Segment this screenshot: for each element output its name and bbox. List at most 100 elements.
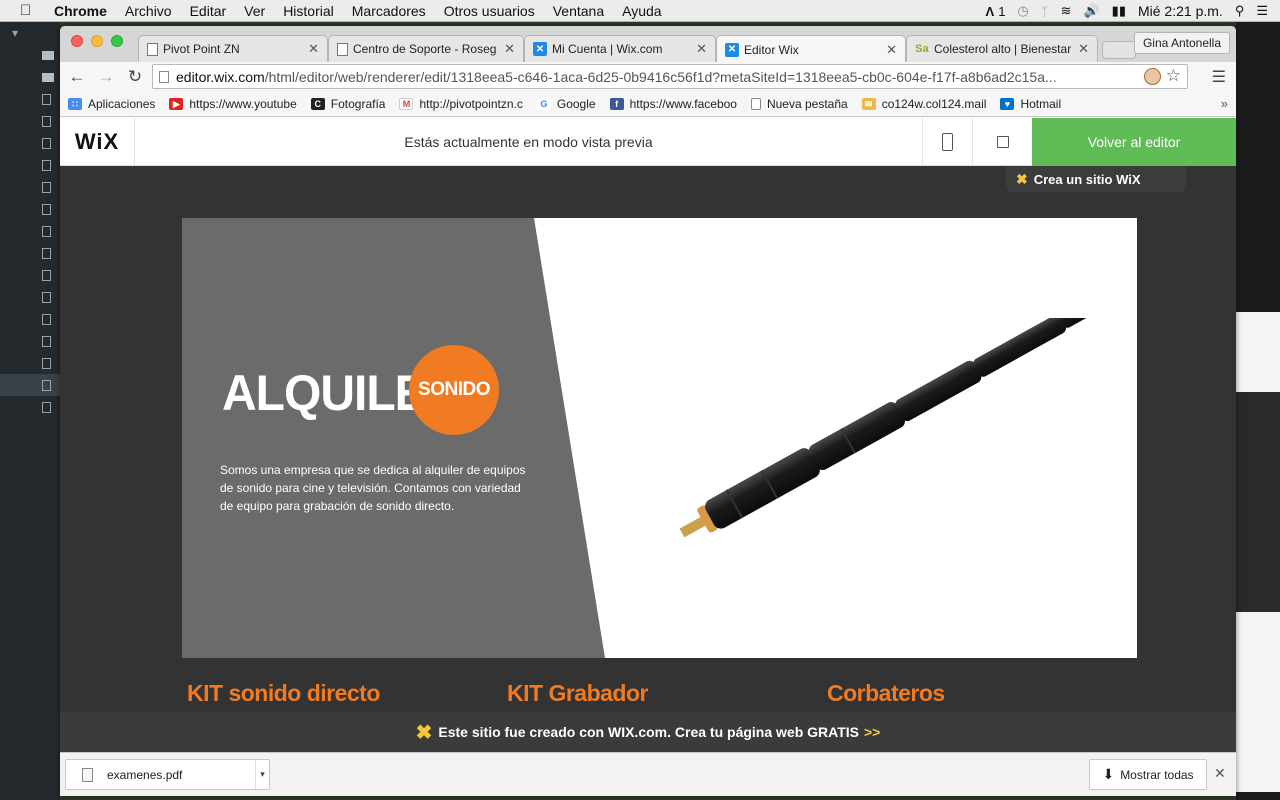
tab-centro-soporte[interactable]: Centro de Soporte - Roseg ✕: [328, 35, 524, 62]
zoom-window-button[interactable]: [111, 35, 123, 47]
menu-historial[interactable]: Historial: [283, 3, 334, 19]
bookmark-col124-mail[interactable]: ✉ co124w.col124.mail: [861, 97, 987, 111]
close-tab-icon[interactable]: ✕: [308, 41, 319, 57]
download-options-icon[interactable]: ▾: [255, 760, 269, 789]
reload-icon[interactable]: ↻: [123, 67, 147, 87]
sidebar-row: [0, 220, 60, 242]
extension-icon[interactable]: [1144, 68, 1161, 85]
menu-app-chrome[interactable]: Chrome: [54, 3, 107, 19]
bookmarks-bar: ∷ Aplicaciones ▶ https://www.youtube C F…: [60, 92, 1236, 117]
bookmark-pivotpoint[interactable]: M http://pivotpointzn.c: [399, 97, 523, 111]
wix-x-icon: ✖: [1016, 170, 1028, 187]
link-kit-sonido-directo[interactable]: KIT sonido directo: [187, 680, 380, 707]
menu-otros-usuarios[interactable]: Otros usuarios: [444, 3, 535, 19]
section-links: KIT sonido directo KIT Grabador Corbater…: [60, 680, 1236, 710]
url-host: editor.wix.com: [176, 68, 265, 85]
tab-title: Editor Wix: [744, 42, 799, 57]
bookmark-hotmail[interactable]: ♥ Hotmail: [1000, 97, 1061, 111]
bookmark-facebook[interactable]: f https://www.faceboo: [609, 97, 737, 111]
volume-icon[interactable]: 🔊: [1083, 3, 1099, 19]
forward-arrow-icon[interactable]: →: [94, 67, 118, 87]
bookmark-google[interactable]: G Google: [536, 97, 596, 111]
hero-badge: SONIDO: [409, 345, 499, 435]
sidebar-row: [0, 132, 60, 154]
time-machine-icon[interactable]: ◷: [1017, 3, 1028, 19]
sidebar-row: [0, 88, 60, 110]
file-icon: [42, 335, 51, 347]
hero-description: Somos una empresa que se dedica al alqui…: [220, 463, 526, 513]
back-to-editor-button[interactable]: Volver al editor: [1032, 118, 1236, 166]
bookmark-nueva-pestana[interactable]: Nueva pestaña: [750, 97, 848, 111]
close-tab-icon[interactable]: ✕: [1078, 41, 1089, 57]
bookmark-youtube[interactable]: ▶ https://www.youtube: [169, 97, 297, 111]
file-icon: [42, 379, 51, 391]
menu-ayuda[interactable]: Ayuda: [622, 3, 661, 19]
create-site-badge[interactable]: ✖ Crea un sitio WiX: [1006, 166, 1186, 192]
close-tab-icon[interactable]: ✕: [886, 42, 897, 58]
menu-ventana[interactable]: Ventana: [553, 3, 604, 19]
close-tab-icon[interactable]: ✕: [504, 41, 515, 57]
menu-marcadores[interactable]: Marcadores: [352, 3, 426, 19]
bookmark-label: https://www.faceboo: [629, 97, 737, 111]
page-info-icon[interactable]: [159, 70, 169, 83]
back-arrow-icon[interactable]: ←: [65, 67, 89, 87]
show-all-downloads-button[interactable]: ⬇ Mostrar todas: [1089, 759, 1207, 790]
close-tab-icon[interactable]: ✕: [696, 41, 707, 57]
folder-icon: [42, 72, 54, 82]
minimize-window-button[interactable]: [91, 35, 103, 47]
more-bookmarks-icon[interactable]: »: [1221, 96, 1228, 111]
file-icon: [42, 203, 51, 215]
tab-title: Pivot Point ZN: [163, 42, 240, 56]
spotlight-icon[interactable]: ⚲: [1235, 3, 1245, 19]
tab-editor-wix[interactable]: ✕ Editor Wix ✕: [716, 35, 906, 63]
youtube-icon: ▶: [169, 98, 184, 110]
tab-colesterol[interactable]: Sa Colesterol alto | Bienestar ✕: [906, 35, 1098, 62]
background-sidebar: ▾: [0, 22, 60, 800]
bookmark-label: co124w.col124.mail: [881, 97, 987, 111]
tab-pivot-point[interactable]: Pivot Point ZN ✕: [138, 35, 328, 62]
bookmark-label: https://www.youtube: [189, 97, 297, 111]
bookmark-fotografia[interactable]: C Fotografía: [310, 97, 386, 111]
wix-x-icon: ✖: [415, 721, 433, 744]
download-item[interactable]: examenes.pdf ▾: [65, 759, 270, 790]
address-bar[interactable]: editor.wix.com/html/editor/web/renderer/…: [152, 64, 1188, 89]
sidebar-row: [0, 110, 60, 132]
gmail-icon: M: [399, 98, 414, 110]
new-tab-button[interactable]: [1102, 41, 1136, 59]
apple-icon[interactable]: : [20, 2, 34, 19]
sidebar-row: [0, 44, 60, 66]
bookmark-label: Nueva pestaña: [766, 97, 848, 111]
bluetooth-icon[interactable]: ᛉ: [1041, 4, 1049, 19]
bookmark-star-icon[interactable]: ☆: [1166, 66, 1181, 86]
mobile-icon: [942, 133, 953, 151]
tab-mi-cuenta[interactable]: ✕ Mi Cuenta | Wix.com ✕: [524, 35, 716, 62]
create-site-label: Crea un sitio WiX: [1033, 171, 1141, 187]
google-icon: G: [536, 98, 551, 110]
save-button[interactable]: [972, 118, 1032, 166]
link-kit-grabador[interactable]: KIT Grabador: [507, 680, 648, 707]
bookmark-aplicaciones[interactable]: ∷ Aplicaciones: [68, 97, 155, 111]
bookmark-label: Fotografía: [330, 97, 386, 111]
wix-ad-footer[interactable]: ✖ Este sitio fue creado con WIX.com. Cre…: [60, 712, 1236, 752]
chrome-menu-icon[interactable]: ☰: [1212, 67, 1226, 87]
sidebar-row: [0, 374, 60, 396]
notification-center-icon[interactable]: ☰: [1256, 3, 1268, 19]
mobile-view-button[interactable]: [922, 118, 972, 166]
browser-toolbar: ← → ↻ editor.wix.com/html/editor/web/ren…: [60, 62, 1236, 92]
close-window-button[interactable]: [71, 35, 83, 47]
close-shelf-icon[interactable]: ✕: [1214, 765, 1226, 782]
menu-ver[interactable]: Ver: [244, 3, 265, 19]
menu-editar[interactable]: Editar: [190, 3, 227, 19]
link-corbateros[interactable]: Corbateros: [827, 680, 945, 707]
menubar-clock[interactable]: Mié 2:21 p.m.: [1138, 3, 1223, 19]
file-icon: [42, 93, 51, 105]
battery-icon[interactable]: ▮▮: [1112, 3, 1126, 19]
sidebar-row: [0, 242, 60, 264]
page-icon: [337, 42, 348, 56]
menu-archivo[interactable]: Archivo: [125, 3, 172, 19]
profile-button[interactable]: Gina Antonella: [1133, 32, 1230, 54]
sidebar-row: [0, 352, 60, 374]
adobe-icon[interactable]: Λ: [986, 4, 995, 19]
wifi-icon[interactable]: ≋: [1061, 3, 1072, 19]
mac-menu-bar:  Chrome Archivo Editar Ver Historial Ma…: [0, 0, 1280, 22]
